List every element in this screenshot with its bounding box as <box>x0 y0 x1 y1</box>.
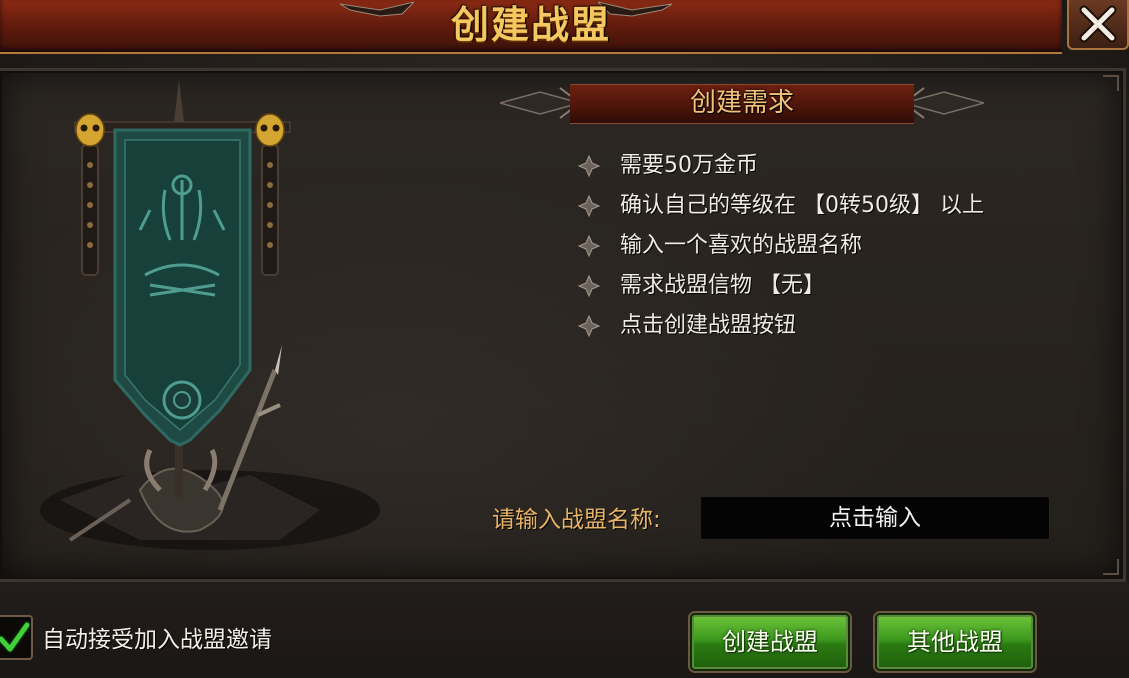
title-bar: 创建战盟 <box>0 0 1062 54</box>
list-item: 输入一个喜欢的战盟名称 <box>578 226 984 266</box>
list-item: 确认自己的等级在 【0转50级】 以上 <box>578 186 984 226</box>
panel-corner <box>1103 559 1119 575</box>
check-icon <box>0 621 30 653</box>
diamond-bullet-icon <box>578 155 600 177</box>
guild-banner-art <box>40 80 380 550</box>
auto-accept-label[interactable]: 自动接受加入战盟邀请 <box>42 620 272 660</box>
diamond-bullet-icon <box>578 315 600 337</box>
list-item: 需要50万金币 <box>578 146 984 186</box>
create-guild-button[interactable]: 创建战盟 <box>690 613 850 671</box>
auto-accept-checkbox[interactable] <box>0 615 33 660</box>
guild-name-label: 请输入战盟名称: <box>492 507 661 533</box>
guild-name-input[interactable]: 点击输入 <box>700 496 1050 540</box>
requirements-list: 需要50万金币 确认自己的等级在 【0转50级】 以上 输入一个喜欢的战盟名称 … <box>578 146 984 346</box>
close-button[interactable] <box>1067 0 1129 50</box>
list-item: 需求战盟信物 【无】 <box>578 266 984 306</box>
close-x-icon <box>1079 5 1117 43</box>
list-item: 点击创建战盟按钮 <box>578 306 984 346</box>
create-guild-window: 创建战盟 创建需求 需要50万金币 确认自己的等级在 【0转50级】 以上 输入… <box>0 0 1129 678</box>
diamond-bullet-icon <box>578 195 600 217</box>
requirement-text: 点击创建战盟按钮 <box>620 313 797 338</box>
panel-corner <box>1103 75 1119 91</box>
requirement-text: 确认自己的等级在 【0转50级】 以上 <box>620 193 984 218</box>
window-title: 创建战盟 <box>450 3 611 47</box>
diamond-bullet-icon <box>578 235 600 257</box>
requirements-header: 创建需求 <box>500 82 984 124</box>
other-guilds-button[interactable]: 其他战盟 <box>875 613 1035 671</box>
requirement-text: 输入一个喜欢的战盟名称 <box>620 233 863 258</box>
diamond-bullet-icon <box>578 275 600 297</box>
requirement-text: 需要50万金币 <box>620 153 758 178</box>
requirement-text: 需求战盟信物 【无】 <box>620 273 825 298</box>
requirements-title: 创建需求 <box>689 88 794 118</box>
